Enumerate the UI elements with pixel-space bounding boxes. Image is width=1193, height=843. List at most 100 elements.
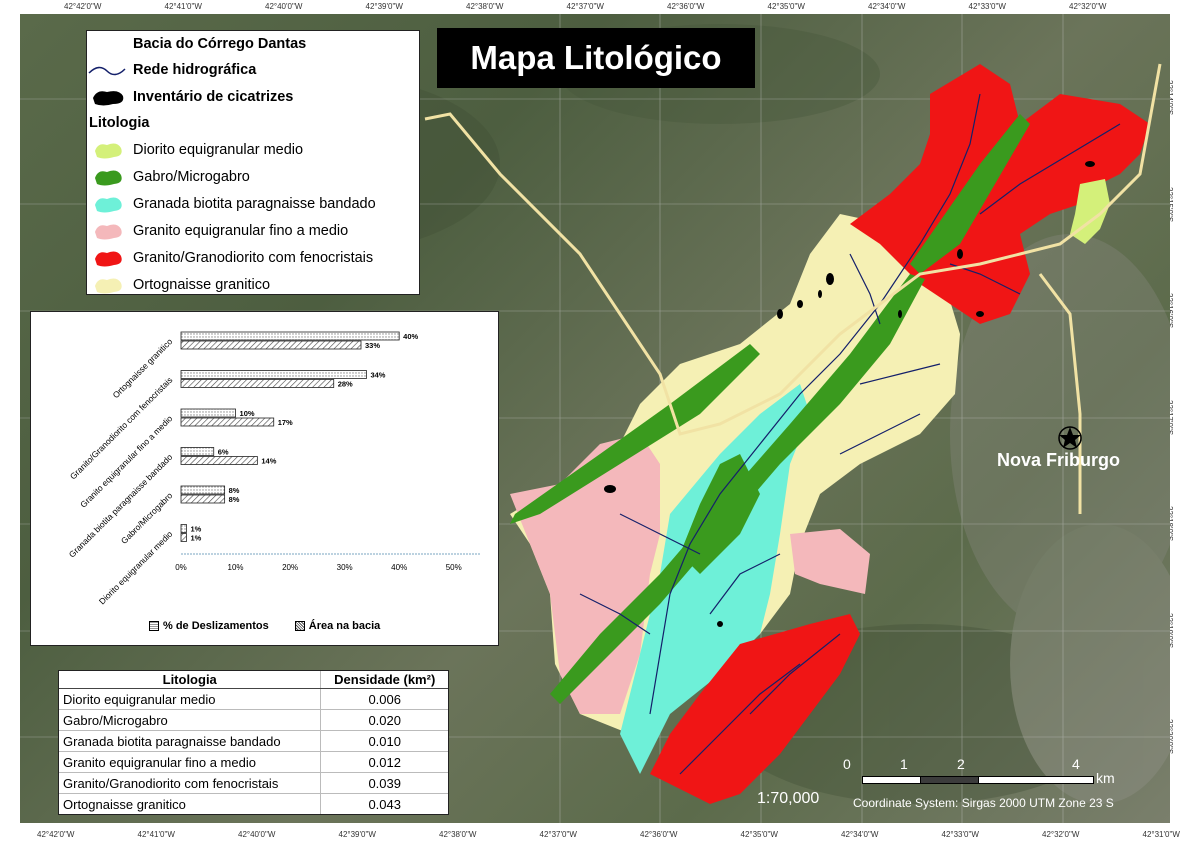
table-header-density: Densidade (km²) — [320, 671, 448, 689]
table-cell-density: 0.020 — [320, 709, 448, 731]
bar-basin-area — [180, 456, 258, 465]
legend-swatch-icon — [87, 193, 127, 215]
scale-segment-1 — [862, 776, 922, 784]
bar-data-label: 33% — [365, 341, 380, 350]
coord-bottom-3: 42°39'0"W — [338, 830, 376, 839]
map-title: Mapa Litológico — [437, 28, 755, 88]
legend-scars-label: Inventário de cicatrizes — [133, 89, 294, 105]
coordinate-system-label: Coordinate System: Sirgas 2000 UTM Zone … — [853, 796, 1114, 810]
bar-basin-area — [180, 340, 362, 350]
legend-swatch-icon — [87, 166, 127, 188]
scale-tick-1: 1 — [900, 756, 908, 772]
legend-item-1: Gabro/Microgabro — [87, 166, 250, 188]
coord-top-5: 42°37'0"W — [566, 2, 604, 11]
city-label: Nova Friburgo — [997, 450, 1121, 470]
scale-segment-2 — [920, 776, 980, 784]
bar-landslides — [180, 485, 226, 495]
bar-landslides — [180, 331, 400, 341]
coord-top-0: 42°42'0"W — [64, 2, 102, 11]
bar-basin-area — [180, 533, 187, 542]
scale-unit: km — [1096, 770, 1115, 786]
basin-symbol — [87, 33, 127, 55]
chart-legend-label-1: Área na bacia — [308, 620, 381, 632]
bar-landslides — [180, 370, 367, 379]
coord-top-3: 42°39'0"W — [365, 2, 403, 11]
legend-hydro: Rede hidrográfica — [87, 59, 256, 81]
scale-tick-0: 0 — [843, 756, 851, 772]
table-cell-lithology: Gabro/Microgabro — [59, 709, 321, 731]
legend-scars: Inventário de cicatrizes — [87, 86, 293, 108]
coord-bottom-9: 42°33'0"W — [941, 830, 979, 839]
scale-ratio: 1:70,000 — [757, 790, 820, 807]
table-row: Granito/Granodiorito com fenocristais 0.0… — [59, 772, 448, 794]
bar-landslides — [180, 447, 215, 456]
map-legend: Bacia do Córrego Dantas Rede hidrográfic… — [86, 30, 420, 295]
legend-item-2: Granada biotita paragnaisse bandado — [87, 193, 376, 215]
x-tick-label: 10% — [228, 563, 244, 572]
legend-lithology-header: Litologia — [89, 115, 150, 131]
chart-legend-item-1: Área na bacia — [294, 620, 381, 632]
legend-item-label: Ortognaisse granitico — [133, 277, 271, 293]
table-cell-lithology: Granito/Granodiorito com fenocristais — [59, 772, 321, 794]
coord-top-10: 42°32'0"W — [1069, 2, 1107, 11]
legend-basin: Bacia do Córrego Dantas — [87, 33, 306, 55]
legend-item-label: Granada biotita paragnaisse bandado — [133, 196, 376, 212]
scale-segment-3 — [978, 776, 1094, 784]
scale-tick-2: 2 — [957, 756, 965, 772]
river-line-icon — [87, 59, 127, 81]
bar-data-label: 17% — [278, 418, 293, 427]
coord-top-7: 42°35'0"W — [767, 2, 805, 11]
table-row: Diorito equigranular medio 0.006 — [59, 688, 448, 710]
table-cell-lithology: Granada biotita paragnaisse bandado — [59, 730, 321, 752]
density-table: Litologia Densidade (km²) Diorito equigr… — [58, 670, 449, 815]
bar-data-label: 40% — [403, 332, 418, 341]
coord-bottom-8: 42°34'0"W — [841, 830, 879, 839]
bar-landslides — [180, 408, 236, 418]
legend-item-0: Diorito equigranular medio — [87, 139, 303, 161]
coord-top-9: 42°33'0"W — [968, 2, 1006, 11]
coord-bottom-11: 42°31'0"W — [1142, 830, 1180, 839]
legend-basin-label: Bacia do Córrego Dantas — [133, 36, 307, 52]
chart-legend: % de Deslizamentos Área na bacia — [149, 620, 380, 632]
coord-bottom-10: 42°32'0"W — [1042, 830, 1080, 839]
coord-bottom-1: 42°41'0"W — [137, 830, 175, 839]
table-cell-lithology: Diorito equigranular medio — [59, 688, 321, 710]
legend-swatch-icon — [87, 220, 127, 242]
bar-data-label: 8% — [229, 486, 240, 495]
table-cell-density: 0.010 — [320, 730, 448, 752]
table-cell-lithology: Ortognaisse granitico — [59, 793, 321, 814]
table-cell-density: 0.043 — [320, 793, 448, 814]
bar-data-label: 1% — [190, 525, 201, 534]
x-tick-label: 0% — [175, 563, 187, 572]
bar-landslides — [180, 524, 187, 533]
dotted-swatch — [149, 621, 159, 631]
bar-data-label: 10% — [240, 409, 255, 418]
table-row: Ortognaisse granitico 0.043 — [59, 793, 448, 814]
bar-data-label: 14% — [261, 457, 276, 466]
coord-top-1: 42°41'0"W — [164, 2, 202, 11]
legend-hydro-label: Rede hidrográfica — [133, 62, 257, 78]
category-label: Diorito equigranular medio — [97, 529, 175, 607]
table-cell-density: 0.006 — [320, 688, 448, 710]
table-header-lithology: Litologia — [59, 671, 321, 689]
legend-swatch-icon — [87, 139, 127, 161]
coord-bottom-5: 42°37'0"W — [539, 830, 577, 839]
coord-bottom-4: 42°38'0"W — [439, 830, 477, 839]
scale-tick-4: 4 — [1072, 756, 1080, 772]
legend-item-label: Gabro/Microgabro — [133, 169, 250, 185]
table-body: Diorito equigranular medio 0.006 Gabro/Mic… — [59, 688, 448, 814]
coord-top-2: 42°40'0"W — [265, 2, 303, 11]
bar-basin-area — [180, 417, 275, 427]
legend-item-4: Granito/Granodiorito com fenocristais — [87, 247, 373, 269]
bar-chart-svg: 0% 10% 20% 30% 40% 50%40%33%Ortognaisse grani… — [67, 331, 481, 607]
bar-data-label: 8% — [229, 495, 240, 504]
table-row: Granada biotita paragnaisse bandado 0.010 — [59, 730, 448, 752]
landslide-chart: 0% 10% 20% 30% 40% 50% 40% 33% Ortognaisse grani… — [30, 311, 499, 646]
legend-item-5: Ortognaisse granitico — [87, 274, 270, 296]
scar-blob-icon — [87, 86, 127, 108]
x-tick-label: 50% — [446, 563, 462, 572]
table-row: Gabro/Microgabro 0.020 — [59, 709, 448, 731]
bar-data-label: 1% — [190, 534, 201, 543]
coord-bottom-7: 42°35'0"W — [740, 830, 778, 839]
x-tick-label: 20% — [282, 563, 298, 572]
